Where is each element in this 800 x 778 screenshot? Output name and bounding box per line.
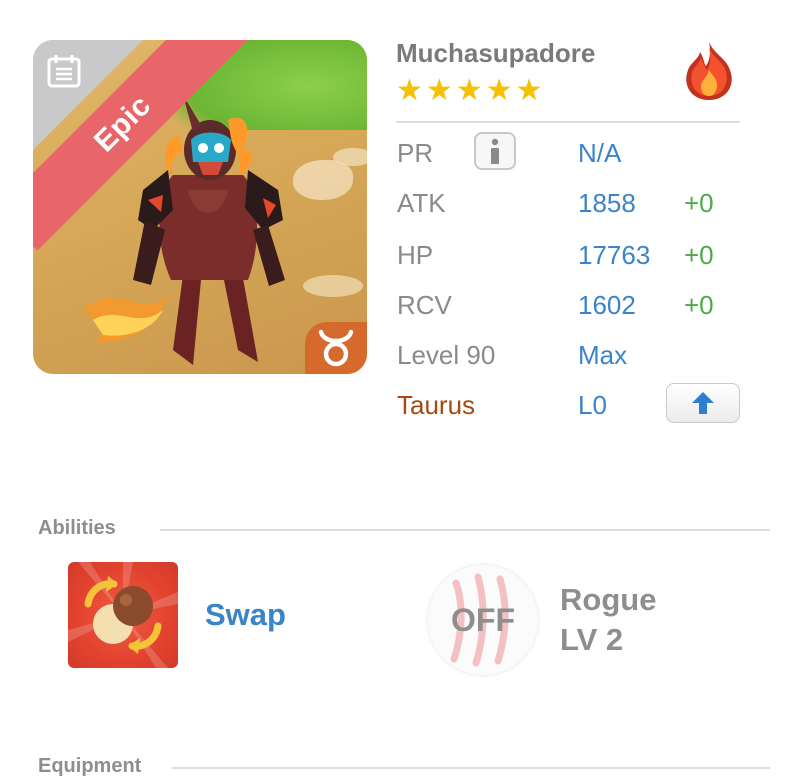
level-value: Max <box>578 340 628 370</box>
monster-name: Muchasupadore <box>396 38 596 68</box>
info-icon <box>491 138 499 164</box>
atk-value: 1858 <box>578 188 636 218</box>
equipment-title: Equipment <box>38 755 142 777</box>
rcv-bonus: +0 <box>684 290 714 320</box>
monster-portrait[interactable]: Epic <box>33 40 367 374</box>
level-label: Level 90 <box>397 340 496 370</box>
fire-icon <box>686 42 732 100</box>
star-icon: ★ <box>425 74 453 107</box>
star-icon: ★ <box>455 74 483 107</box>
info-button[interactable] <box>474 132 516 170</box>
zodiac-level-value: L0 <box>578 390 607 420</box>
arrow-up-icon <box>692 392 714 414</box>
rcv-label: RCV <box>397 290 452 320</box>
divider <box>396 121 740 123</box>
zodiac-label: Taurus <box>397 390 476 420</box>
divider <box>172 767 770 769</box>
ability-status-off: OFF <box>451 601 515 638</box>
atk-bonus: +0 <box>684 188 714 218</box>
zodiac-upgrade-button[interactable] <box>666 383 740 423</box>
pr-value: N/A <box>578 138 622 168</box>
hp-value: 17763 <box>578 240 651 270</box>
calendar-icon <box>47 55 81 88</box>
atk-label: ATK <box>397 188 446 218</box>
swap-icon[interactable] <box>68 562 178 668</box>
pr-label: PR <box>397 138 434 168</box>
star-rating: ★ ★ ★ ★ ★ <box>396 76 543 106</box>
star-icon: ★ <box>485 74 513 107</box>
ability-rogue-level: LV 2 <box>560 622 624 657</box>
rock-decoration <box>333 148 367 166</box>
divider <box>160 529 770 531</box>
ability-swap-label[interactable]: Swap <box>205 597 286 633</box>
claw-icon[interactable]: OFF <box>428 565 538 675</box>
star-icon: ★ <box>515 74 543 107</box>
taurus-icon <box>318 329 354 367</box>
hp-label: HP <box>397 240 434 270</box>
hp-bonus: +0 <box>684 240 714 270</box>
rcv-value: 1602 <box>578 290 636 320</box>
swap-artwork <box>68 562 178 668</box>
star-icon: ★ <box>396 74 423 107</box>
abilities-title: Abilities <box>38 517 116 539</box>
ability-rogue-label[interactable]: Rogue <box>560 582 656 618</box>
zodiac-badge <box>305 322 367 374</box>
